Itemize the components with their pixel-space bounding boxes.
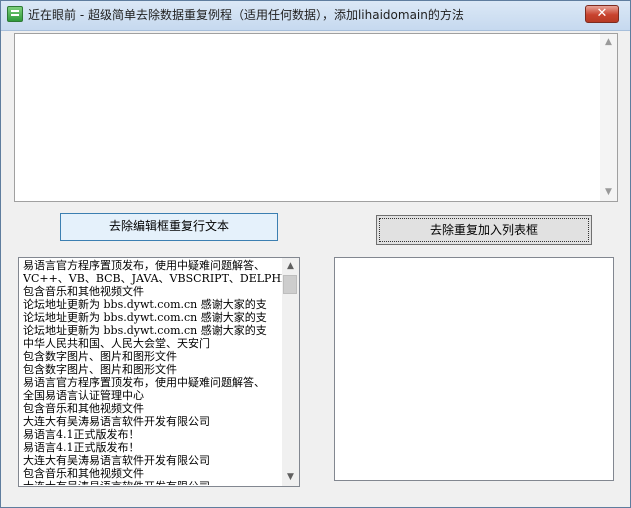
list-item[interactable]: 包含数字图片、图片和图形文件 <box>23 350 283 363</box>
app-icon <box>7 6 23 22</box>
remove-duplicate-to-list-button[interactable]: 去除重复加入列表框 <box>376 215 592 245</box>
list-item[interactable]: 全国易语言认证管理中心 <box>23 389 283 402</box>
close-button[interactable]: ✕ <box>585 5 619 23</box>
list-item[interactable]: 易语言4.1正式版发布！ <box>23 441 283 454</box>
result-listbox[interactable] <box>334 257 614 481</box>
list-item[interactable]: 大连大有吴涛易语言软件开发有限公司 <box>23 480 283 485</box>
list-item[interactable]: 易语言官方程序置顶发布，使用中疑难问题解答、 <box>23 259 283 272</box>
scroll-up-icon[interactable]: ▲ <box>282 258 299 275</box>
list-item[interactable]: 论坛地址更新为 bbs.dywt.com.cn 感谢大家的支 <box>23 311 283 324</box>
title-bar[interactable]: 近在眼前 - 超级简单去除数据重复例程（适用任何数据），添加lihaidomai… <box>1 1 630 31</box>
scroll-down-icon[interactable]: ▼ <box>282 469 299 486</box>
list-item[interactable]: 中华人民共和国、人民大会堂、天安门 <box>23 337 283 350</box>
list-item[interactable]: 易语言4.1正式版发布！ <box>23 428 283 441</box>
main-window: 近在眼前 - 超级简单去除数据重复例程（适用任何数据），添加lihaidomai… <box>0 0 631 508</box>
list-item[interactable]: 易语言官方程序置顶发布，使用中疑难问题解答、 <box>23 376 283 389</box>
remove-duplicate-text-button[interactable]: 去除编辑框重复行文本 <box>60 213 278 241</box>
source-listbox[interactable]: 易语言官方程序置顶发布，使用中疑难问题解答、 VC++、VB、BCB、JAVA、V… <box>18 257 300 487</box>
list-item[interactable]: 大连大有吴涛易语言软件开发有限公司 <box>23 454 283 467</box>
list-item[interactable]: 论坛地址更新为 bbs.dywt.com.cn 感谢大家的支 <box>23 324 283 337</box>
list-item[interactable]: VC++、VB、BCB、JAVA、VBSCRIPT、DELPHI <box>23 272 283 285</box>
edit-scrollbar[interactable]: ▲ ▼ <box>600 34 617 201</box>
source-list-items: 易语言官方程序置顶发布，使用中疑难问题解答、 VC++、VB、BCB、JAVA、V… <box>23 259 283 485</box>
list-item[interactable]: 包含音乐和其他视频文件 <box>23 285 283 298</box>
listbox-scrollbar[interactable]: ▲ ▼ <box>282 258 299 486</box>
window-title: 近在眼前 - 超级简单去除数据重复例程（适用任何数据），添加lihaidomai… <box>28 8 464 22</box>
scroll-thumb[interactable] <box>283 275 297 294</box>
list-item[interactable]: 大连大有吴涛易语言软件开发有限公司 <box>23 415 283 428</box>
scroll-down-icon[interactable]: ▼ <box>600 184 617 201</box>
list-item[interactable]: 论坛地址更新为 bbs.dywt.com.cn 感谢大家的支 <box>23 298 283 311</box>
list-item[interactable]: 包含音乐和其他视频文件 <box>23 402 283 415</box>
list-item[interactable]: 包含数字图片、图片和图形文件 <box>23 363 283 376</box>
scroll-up-icon[interactable]: ▲ <box>600 34 617 51</box>
list-item[interactable]: 包含音乐和其他视频文件 <box>23 467 283 480</box>
edit-textbox[interactable]: ▲ ▼ <box>14 33 618 202</box>
